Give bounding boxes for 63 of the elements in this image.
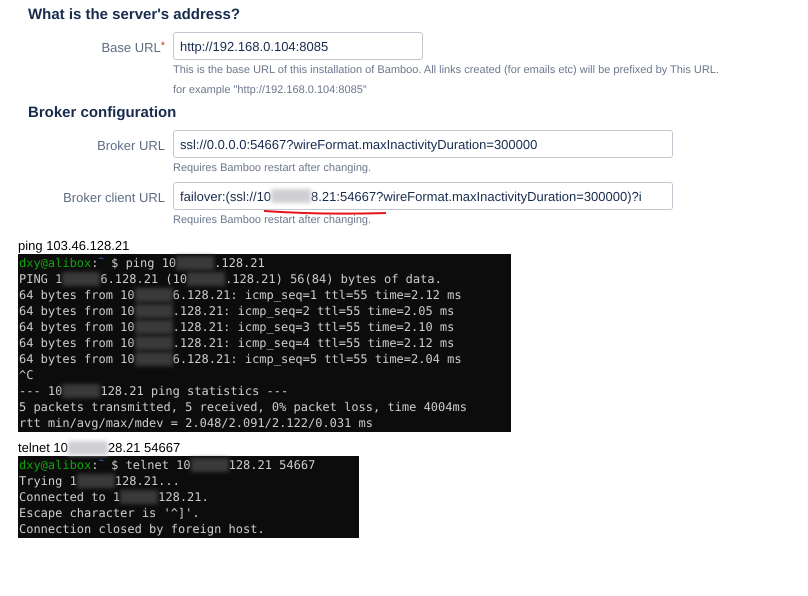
required-asterisk: * — [160, 40, 165, 52]
help-text: This is the base URL of this installation of Bamboo. All links created (for emails etc) will be prefixed by This URL. — [173, 63, 719, 78]
terminal-text: PING 1 — [19, 271, 62, 287]
prompt-colon: : — [91, 255, 98, 271]
redaction-blur — [176, 256, 214, 270]
terminal-text: 128.21. — [158, 489, 209, 505]
terminal-text: 5 packets transmitted, 5 received, 0% packet loss, time 4004ms — [19, 399, 467, 415]
terminal-text: Connection closed by foreign host. — [19, 521, 265, 537]
terminal-text: 128.21 54667 — [228, 457, 316, 473]
redaction-blur — [190, 458, 229, 472]
redaction-blur — [271, 189, 312, 203]
terminal-text: 64 bytes from 10 — [19, 319, 135, 335]
field-label: Broker client URL — [63, 190, 165, 205]
terminal-text: .128.21: icmp_seq=2 ttl=55 time=2.05 ms — [172, 303, 454, 319]
terminal-text: Connected to 1 — [19, 489, 120, 505]
redaction-blur — [62, 272, 100, 286]
input-field[interactable]: http://192.168.0.104:8085 — [173, 32, 423, 60]
terminal-text: 64 bytes from 10 — [19, 303, 135, 319]
prompt-path: ~ — [98, 255, 104, 263]
redaction-blur — [134, 336, 173, 350]
redaction-blur — [76, 474, 115, 488]
terminal-text: 6.128.21: icmp_seq=5 ttl=55 time=2.04 ms — [172, 351, 462, 367]
command-caption: telnet 10 28.21 54667 — [18, 440, 182, 456]
terminal-text: 64 bytes from 10 — [19, 335, 135, 351]
redaction-blur — [187, 272, 226, 286]
redaction-blur — [134, 320, 173, 334]
redaction-blur — [68, 441, 108, 455]
terminal-text: ^C — [19, 367, 34, 383]
prompt-colon: : — [91, 457, 98, 473]
prompt-user: dxy@alibox — [19, 457, 92, 473]
redaction-blur — [120, 490, 158, 504]
prompt-path: ~ — [98, 457, 104, 465]
terminal-text: .128.21 — [214, 255, 265, 271]
field-label: Broker URL — [97, 138, 165, 153]
terminal-text: .128.21: icmp_seq=3 ttl=55 time=2.10 ms — [172, 319, 454, 335]
section-heading: What is the server's address? — [28, 6, 241, 24]
terminal-text: --- 10 — [19, 383, 62, 399]
redaction-blur — [62, 384, 100, 398]
redaction-blur — [134, 304, 173, 318]
terminal-text: rtt min/avg/max/mdev = 2.048/2.091/2.122/0.031 ms — [19, 415, 374, 431]
terminal-text: .128.21) 56(84) bytes of data. — [225, 271, 442, 287]
help-text: for example "http://192.168.0.104:8085" — [173, 83, 368, 98]
terminal-text: 6.128.21 (10 — [100, 271, 188, 287]
help-text: Requires Bamboo restart after changing. — [173, 161, 372, 176]
terminal-text: 64 bytes from 10 — [19, 287, 135, 303]
terminal-text: 6.128.21: icmp_seq=1 ttl=55 time=2.12 ms — [172, 287, 462, 303]
prompt-user: dxy@alibox — [19, 255, 92, 271]
redaction-blur — [134, 288, 173, 302]
terminal-text: Escape character is '^]'. — [19, 505, 200, 521]
input-field[interactable]: ssl://0.0.0.0:54667?wireFormat.maxInactivityDuration=300000 — [173, 130, 673, 158]
help-text: Requires Bamboo restart after changing. — [173, 213, 372, 228]
terminal-text: 64 bytes from 10 — [19, 351, 135, 367]
command-caption: ping 103.46.128.21 — [18, 238, 130, 254]
input-field[interactable]: failover:(ssl://10 8.21:54667?wireFormat.maxInactivityDuration=300000)?i — [173, 182, 673, 210]
terminal-text: $ telnet 10 — [110, 457, 191, 473]
terminal-text: 128.21... — [114, 473, 180, 489]
terminal-text: 128.21 ping statistics --- — [100, 383, 288, 399]
redaction-blur — [134, 352, 173, 366]
terminal-text: $ ping 10 — [110, 255, 176, 271]
terminal-text: Trying 1 — [19, 473, 77, 489]
field-label: Base URL — [101, 40, 161, 55]
terminal-text: .128.21: icmp_seq=4 ttl=55 time=2.12 ms — [172, 335, 454, 351]
section-heading: Broker configuration — [28, 104, 178, 122]
